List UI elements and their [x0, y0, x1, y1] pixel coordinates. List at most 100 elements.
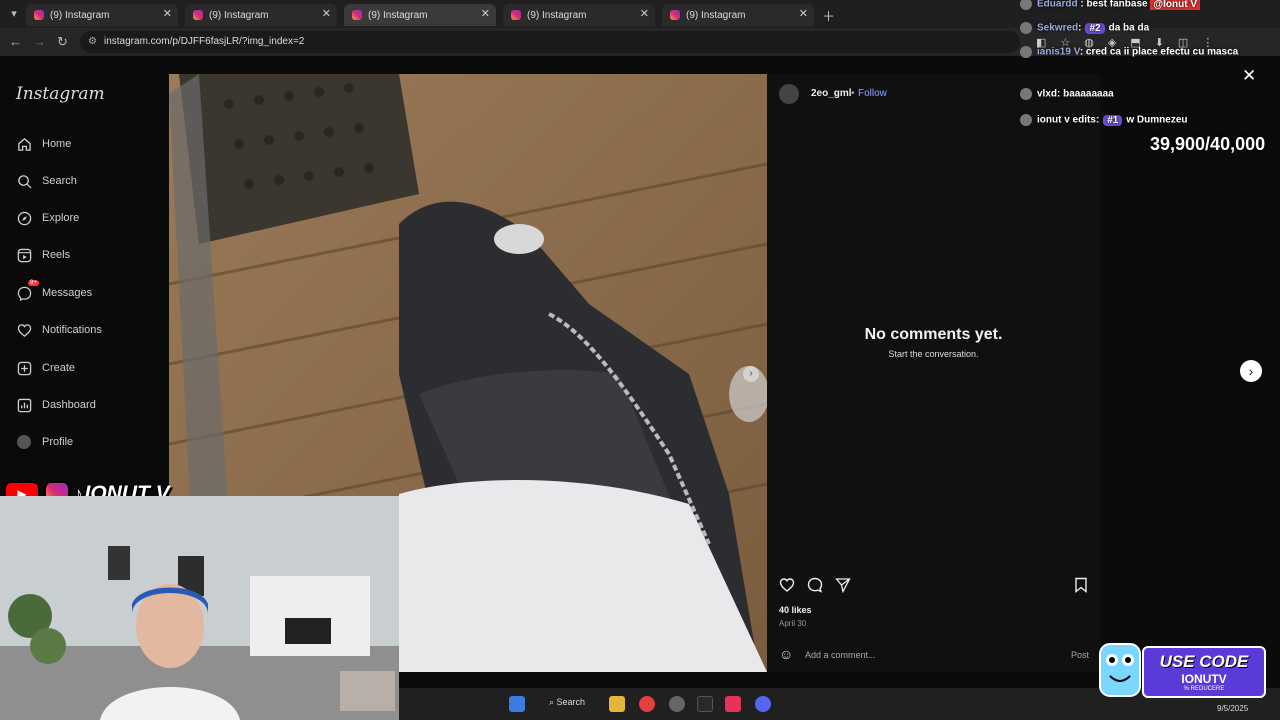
share-send-icon[interactable]	[835, 578, 851, 597]
chrome-icon[interactable]	[639, 696, 655, 712]
sidebar-item-reels[interactable]: Reels	[16, 245, 70, 265]
comment-icon[interactable]	[807, 577, 823, 597]
instagram-logo[interactable]: Instagram	[16, 84, 105, 104]
terminal-icon[interactable]	[697, 696, 713, 712]
promo-line1: USE CODE	[1159, 652, 1249, 671]
url-text: instagram.com/p/DJFF6fasjLR/?img_index=2	[104, 36, 305, 47]
chat-avatar	[1020, 88, 1032, 100]
chat-username: Eduardd	[1037, 0, 1078, 10]
tab-title: (9) Instagram	[527, 9, 587, 21]
webcam-feed	[0, 496, 399, 720]
home-icon	[16, 136, 32, 152]
forward-icon[interactable]: →	[33, 34, 46, 49]
sidebar-item-search[interactable]: Search	[16, 171, 77, 191]
site-settings-icon[interactable]: ⚙	[88, 31, 97, 53]
promo-code-banner: USE CODE IONUTV % REDUCERE	[1094, 640, 1266, 700]
promo-line2: IONUTV	[1181, 672, 1227, 686]
reload-icon[interactable]: ↻	[57, 34, 68, 50]
sidebar-item-label: Create	[42, 362, 76, 374]
close-tab-icon[interactable]: ✕	[481, 7, 490, 20]
bookmark-icon[interactable]	[1074, 577, 1088, 596]
instagram-favicon-icon	[352, 10, 362, 20]
file-explorer-icon[interactable]	[609, 696, 625, 712]
tiktok-app-icon[interactable]	[725, 696, 741, 712]
sidebar-item-profile[interactable]: Profile	[16, 432, 73, 452]
browser-tab[interactable]: (9) Instagram ✕	[185, 4, 337, 26]
chat-message: ianis19 V: cred ca ii place efectu cu ma…	[1020, 46, 1270, 76]
reels-icon	[16, 247, 32, 263]
chat-username: ionut v edits	[1037, 114, 1096, 126]
app-icon[interactable]	[669, 696, 685, 712]
no-comments-subtitle: Start the conversation.	[888, 349, 979, 359]
address-bar[interactable]: ⚙ instagram.com/p/DJFF6fasjLR/?img_index…	[80, 31, 1020, 53]
photo-next-icon[interactable]: ›	[743, 366, 759, 382]
messenger-icon: 9+	[16, 280, 39, 301]
compass-icon	[16, 210, 32, 226]
promo-line3: % REDUCERE	[1183, 686, 1225, 692]
comment-input[interactable]: Add a comment...	[805, 650, 876, 660]
stream-chat-overlay: Eduardd : best fanbase @Ionut V Sekwred:…	[1020, 0, 1280, 140]
like-heart-icon[interactable]	[779, 578, 795, 597]
close-tab-icon[interactable]: ✕	[640, 7, 649, 20]
tab-title: (9) Instagram	[50, 9, 110, 21]
chat-username: vlxd	[1037, 88, 1058, 100]
sidebar-item-home[interactable]: Home	[16, 134, 71, 154]
username-separator: •	[851, 88, 855, 99]
post-date: April 30	[779, 619, 807, 628]
chat-text: baaaaaaaa	[1063, 88, 1114, 100]
sidebar-item-label: Search	[42, 175, 77, 187]
back-icon[interactable]: ←	[9, 34, 22, 49]
chat-message: Sekwred: #2 da ba da	[1020, 22, 1149, 36]
chat-avatar	[1020, 0, 1032, 10]
follow-button[interactable]: Follow	[858, 88, 887, 99]
chat-mention: @Ionut V	[1150, 0, 1201, 10]
browser-tab-active[interactable]: (9) Instagram ✕	[344, 4, 496, 26]
next-post-icon[interactable]: ›	[1240, 360, 1262, 382]
chat-text: da ba da	[1108, 22, 1150, 34]
instagram-favicon-icon	[670, 10, 680, 20]
taskbar-search-label: Search	[556, 697, 586, 707]
likes-count[interactable]: 40 likes	[779, 605, 812, 615]
post-username[interactable]: 2eo_gml	[811, 88, 852, 99]
avatar[interactable]	[779, 84, 799, 104]
sidebar-item-explore[interactable]: Explore	[16, 208, 79, 228]
sidebar-item-label: Messages	[42, 287, 93, 299]
post-comment-button[interactable]: Post	[1071, 650, 1089, 660]
emoji-icon[interactable]: ☺	[779, 646, 793, 662]
sidebar-item-create[interactable]: Create	[16, 358, 75, 378]
chat-text: best fanbase	[1086, 0, 1148, 10]
browser-tab[interactable]: (9) Instagram ✕	[503, 4, 655, 26]
tab-search-chevron-icon[interactable]: ▾	[6, 6, 22, 22]
instagram-favicon-icon	[193, 10, 203, 20]
chat-avatar	[1020, 46, 1032, 58]
webcam-illustration	[0, 496, 399, 720]
close-tab-icon[interactable]: ✕	[163, 7, 172, 20]
promo-box: USE CODE IONUTV % REDUCERE	[1142, 646, 1266, 698]
sidebar-item-messages[interactable]: 9+ Messages	[16, 280, 93, 303]
sidebar-item-notifications[interactable]: Notifications	[16, 320, 102, 340]
browser-tab[interactable]: (9) Instagram ✕	[26, 4, 178, 26]
windows-start-icon[interactable]	[509, 696, 525, 712]
close-tab-icon[interactable]: ✕	[322, 7, 331, 20]
taskbar-date: 9/5/2025	[1217, 704, 1249, 713]
chat-text: w Dumnezeu	[1126, 114, 1188, 126]
new-tab-icon[interactable]: ＋	[822, 6, 835, 25]
sidebar-item-label: Explore	[42, 212, 80, 224]
sidebar-item-label: Notifications	[42, 324, 102, 336]
search-icon	[16, 173, 32, 189]
discord-icon[interactable]	[755, 696, 771, 712]
browser-tab[interactable]: (9) Instagram ✕	[662, 4, 814, 26]
taskbar-search[interactable]: ⌕ Search	[549, 697, 585, 708]
close-tab-icon[interactable]: ✕	[799, 7, 808, 20]
chat-username: Sekwred	[1037, 22, 1079, 34]
plus-square-icon	[16, 360, 32, 376]
post-detail-panel: 2eo_gml • Follow No comments yet. Start …	[767, 74, 1100, 672]
tab-title: (9) Instagram	[368, 9, 428, 21]
sidebar-item-label: Dashboard	[42, 399, 96, 411]
add-comment-row: ☺ Add a comment... Post	[779, 646, 1089, 666]
sidebar-item-label: Profile	[42, 436, 74, 448]
heart-icon	[16, 322, 32, 338]
sidebar-item-dashboard[interactable]: Dashboard	[16, 395, 96, 415]
sidebar-item-label: Home	[42, 138, 72, 150]
chat-username: ianis19 V	[1037, 46, 1080, 58]
